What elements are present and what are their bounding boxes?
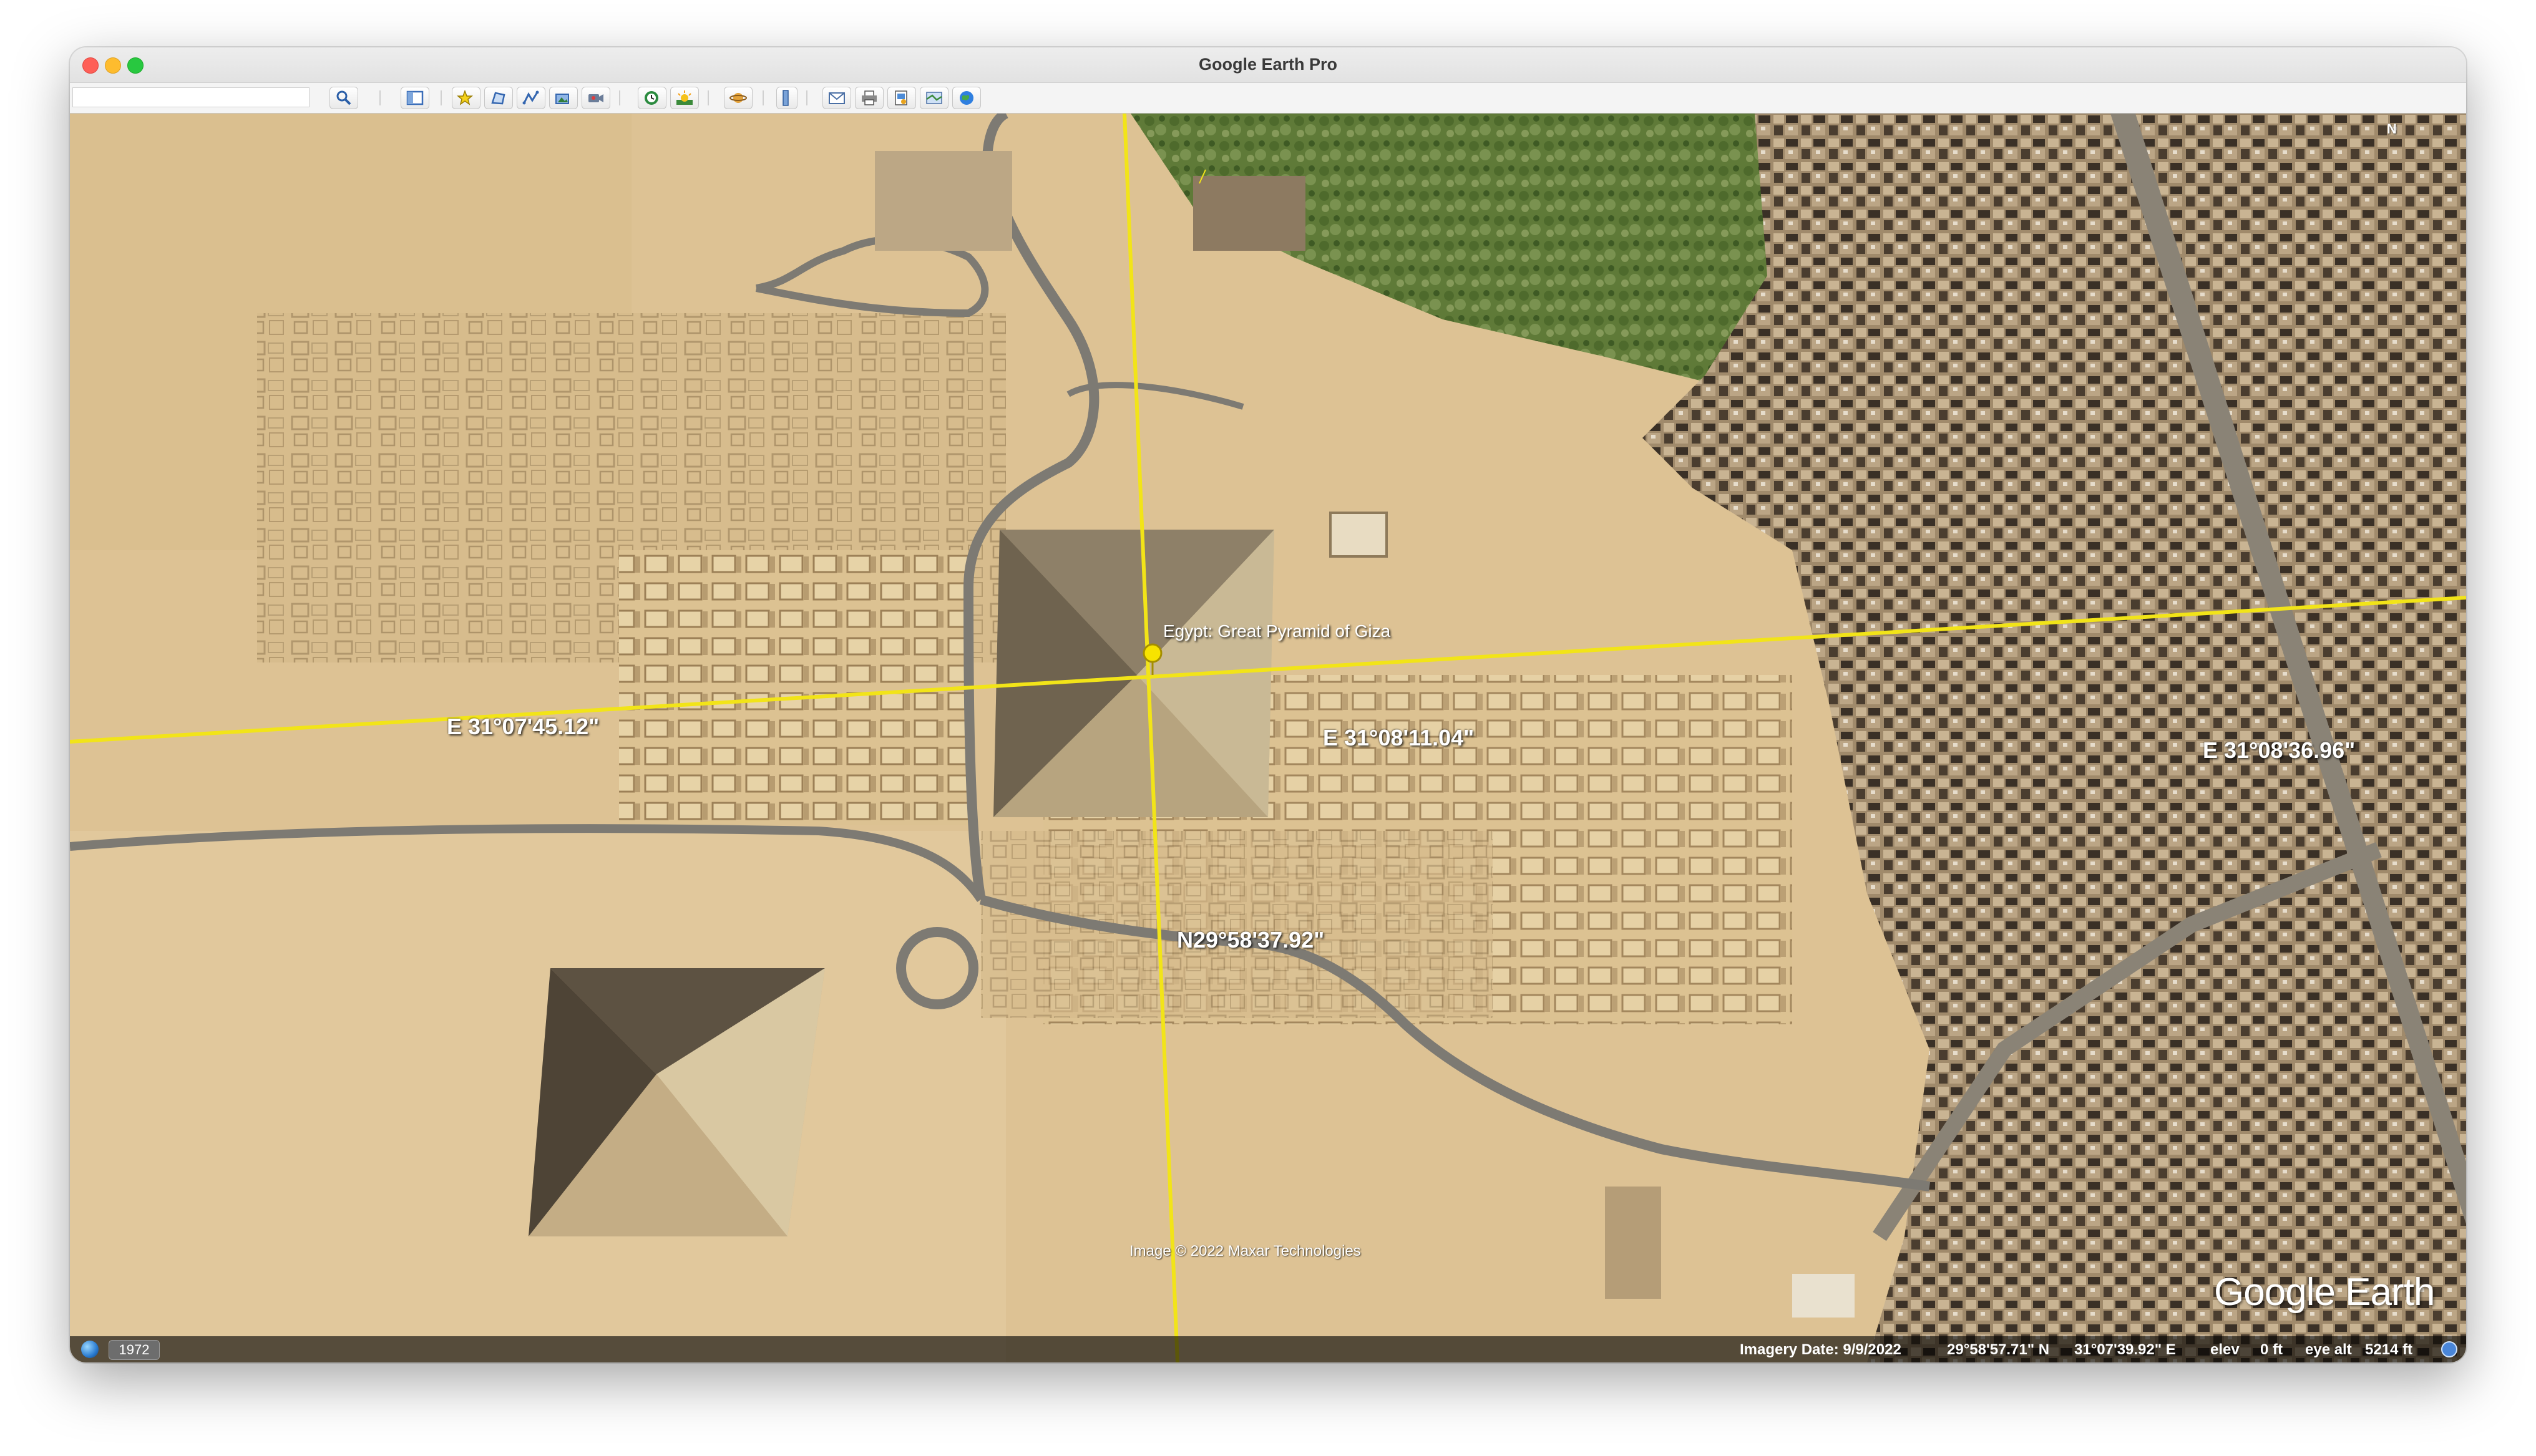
longitude-label-west: E 31°07'45.12" [447, 714, 600, 739]
eye-altitude-value: 5214 ft [2365, 1341, 2413, 1358]
historical-imagery-button[interactable] [638, 87, 666, 109]
toolbar-separator [379, 90, 381, 105]
sunlight-button[interactable] [670, 87, 699, 109]
view-in-maps-button[interactable] [920, 87, 949, 109]
toolbar-separator [441, 90, 442, 105]
save-image-button[interactable] [887, 87, 916, 109]
add-polygon-button[interactable] [484, 87, 513, 109]
satellite-imagery [70, 114, 2466, 1362]
eye-altitude-label: eye alt [2305, 1341, 2352, 1358]
elevation-value: 0 ft [2260, 1341, 2283, 1358]
status-bar: 1972 Imagery Date: 9/9/2022 29°58'57.71"… [70, 1336, 2466, 1362]
elevation-label: elev [2210, 1341, 2240, 1358]
north-indicator[interactable]: N [2387, 121, 2397, 137]
placemark-label[interactable]: Egypt: Great Pyramid of Giza [1163, 621, 1390, 641]
latitude-label-center: N29°58'37.92" [1177, 927, 1325, 953]
add-placemark-button[interactable] [452, 87, 480, 109]
imagery-date: Imagery Date: 9/9/2022 [1740, 1341, 1901, 1358]
toolbar-separator [806, 90, 807, 105]
search-input[interactable] [72, 87, 310, 107]
email-button[interactable] [822, 87, 851, 109]
toolbar-separator [763, 90, 764, 105]
earth-globe-button[interactable] [952, 87, 981, 109]
toolbar [70, 83, 2466, 114]
sidebar-toggle-button[interactable] [401, 87, 429, 109]
globe-icon[interactable] [81, 1341, 99, 1358]
latitude-readout: 29°58'57.71" N [1947, 1341, 2050, 1358]
toolbar-separator [619, 90, 620, 105]
app-window: Google Earth Pro Egypt: Great Pyramid of… [70, 47, 2466, 1362]
longitude-label-east: E 31°08'36.96" [2203, 737, 2356, 763]
search-button[interactable] [329, 87, 358, 109]
longitude-readout: 31°07'39.92" E [2074, 1341, 2176, 1358]
longitude-label-center: E 31°08'11.04" [1323, 725, 1475, 750]
print-button[interactable] [855, 87, 884, 109]
loading-globe-icon [2441, 1341, 2457, 1357]
switch-planet-button[interactable] [724, 87, 753, 109]
google-earth-logo: Google Earth [2214, 1271, 2435, 1314]
add-path-button[interactable] [517, 87, 545, 109]
historical-year-badge[interactable]: 1972 [109, 1340, 160, 1360]
imagery-copyright: Image © 2022 Maxar Technologies [1129, 1243, 1361, 1259]
add-image-overlay-button[interactable] [549, 87, 578, 109]
window-title: Google Earth Pro [1198, 55, 1338, 74]
toolbar-separator [708, 90, 709, 105]
map-view[interactable]: Egypt: Great Pyramid of Giza E 31°07'45.… [70, 114, 2466, 1362]
title-bar[interactable]: Google Earth Pro [70, 47, 2466, 83]
record-tour-button[interactable] [582, 87, 610, 109]
ruler-button[interactable] [776, 87, 797, 109]
